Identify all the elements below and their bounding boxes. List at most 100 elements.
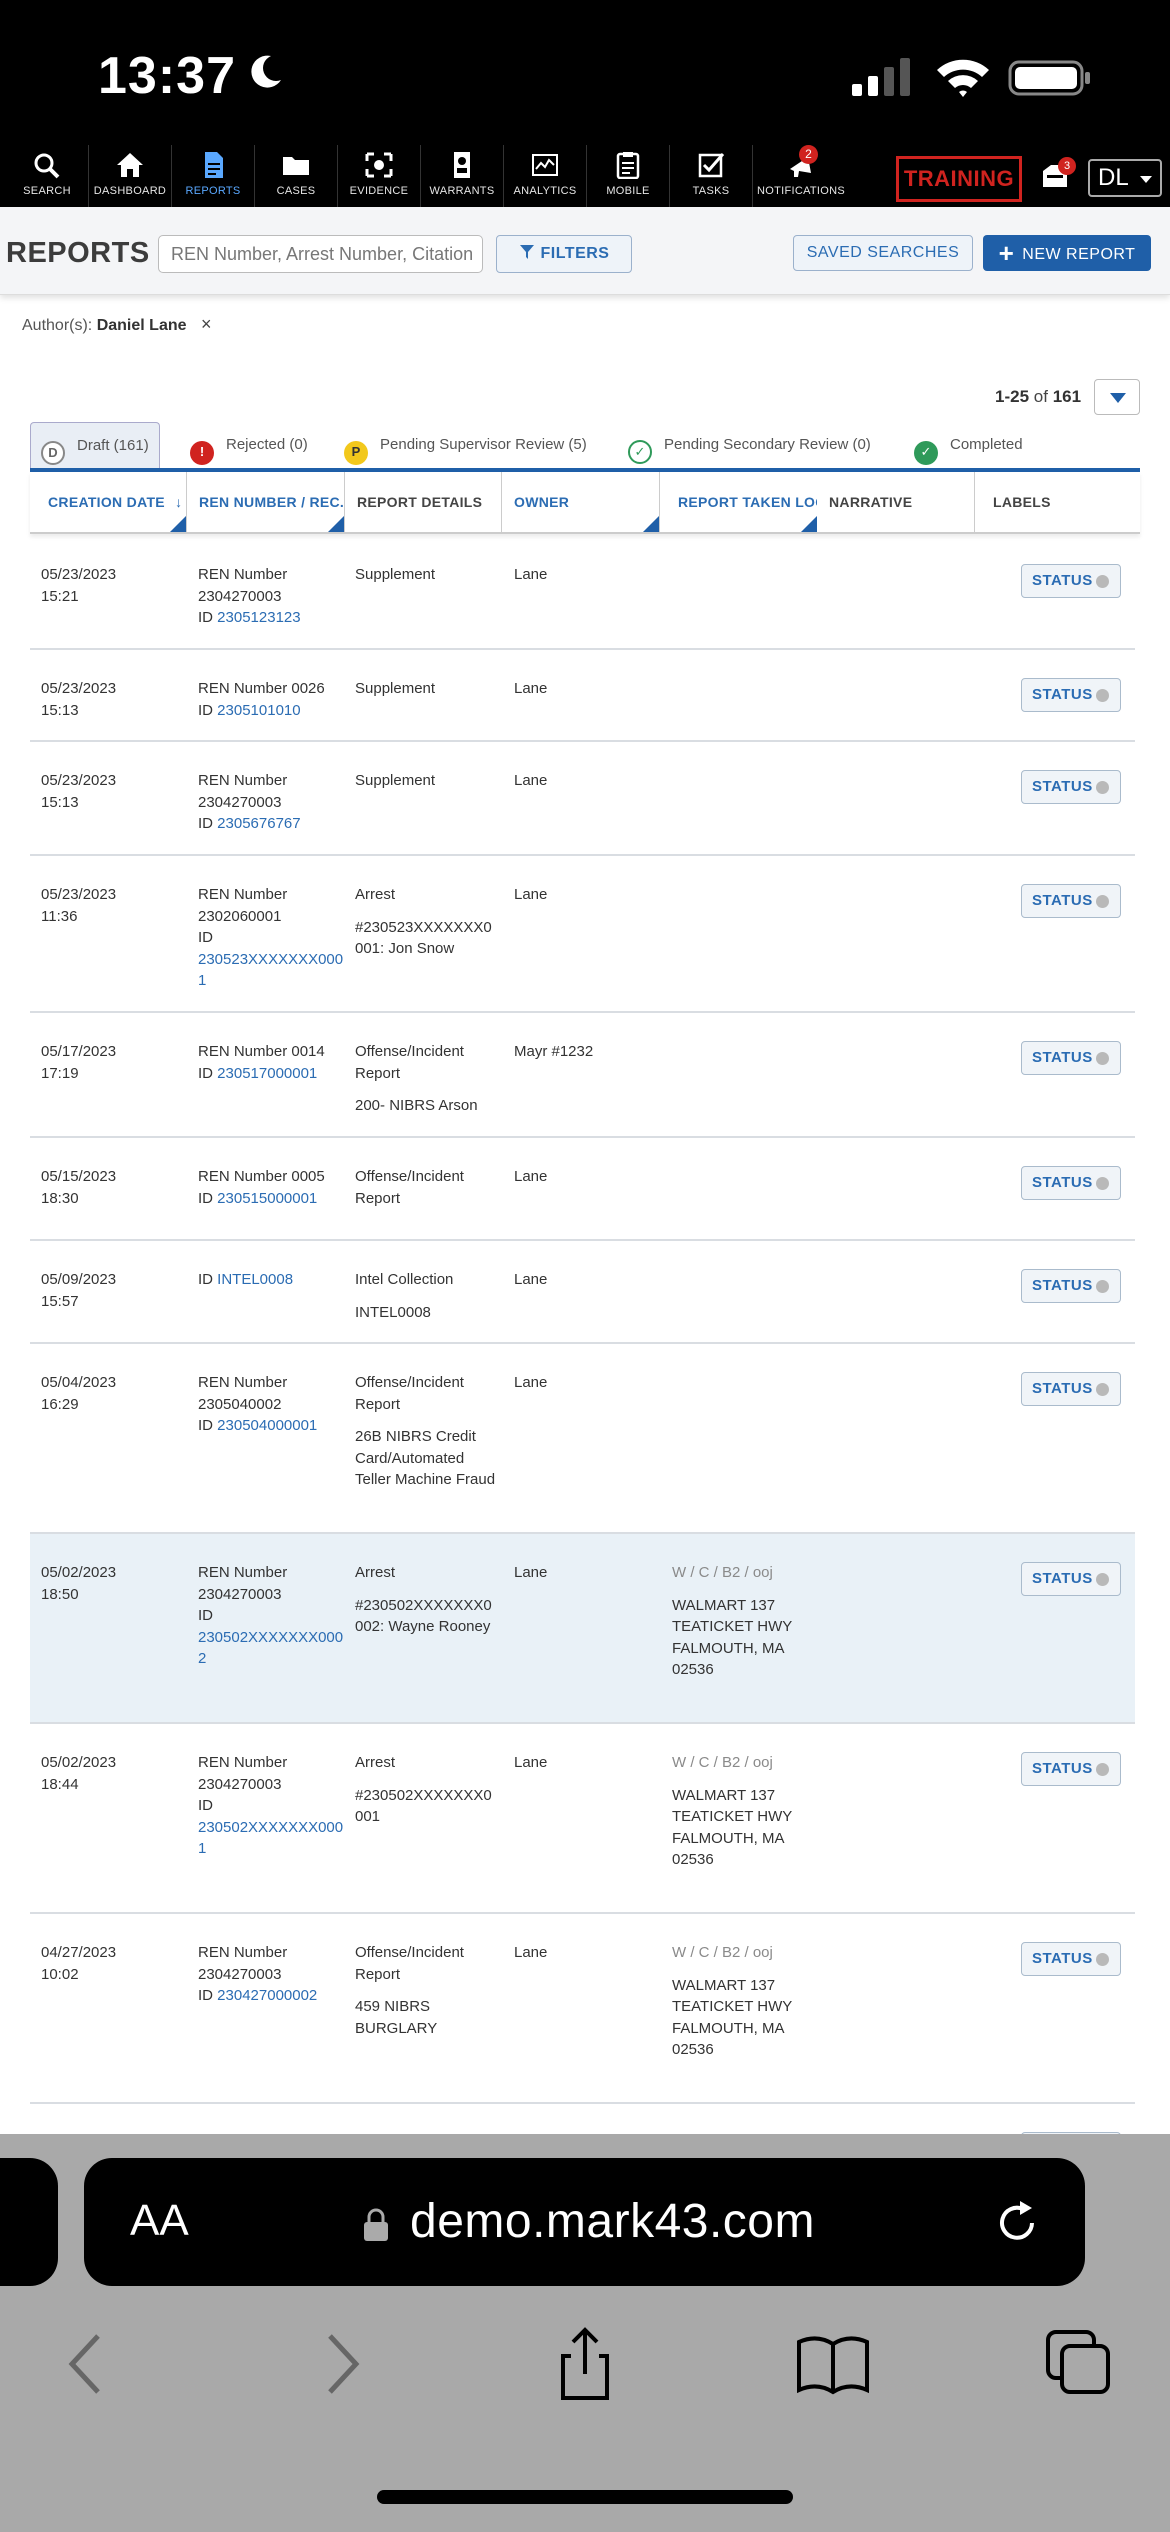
status-button[interactable]: STATUS — [1021, 1041, 1121, 1075]
status-dot-icon — [1096, 781, 1109, 794]
column-ren-number[interactable]: REN NUMBER / REC... — [187, 472, 345, 532]
search-input[interactable]: REN Number, Arrest Number, Citation — [158, 235, 483, 273]
report-id-link[interactable]: 230502XXXXXXX0001 — [198, 1819, 343, 1858]
report-id-line: ID 230427000002 — [198, 1985, 348, 2007]
creation-date-cell: 05/23/2023 15:13 — [41, 678, 181, 721]
creation-time: 17:19 — [41, 1064, 79, 1082]
sort-corner-icon — [801, 516, 817, 532]
report-id-line: ID 230517000001 — [198, 1063, 348, 1085]
tab-draft[interactable]: D Draft (161) — [30, 422, 160, 468]
report-id-link[interactable]: 2305676767 — [217, 815, 300, 832]
creation-date: 05/02/2023 — [41, 1564, 117, 1581]
url-text[interactable]: demo.mark43.com — [410, 2194, 815, 2249]
table-row[interactable]: 05/09/2023 15:57 ID INTEL0008 Intel Collect… — [30, 1241, 1135, 1344]
report-id-link[interactable]: INTEL0008 — [217, 1271, 293, 1288]
table-row[interactable]: 05/23/2023 15:13 REN Number 2304270003 ID 23… — [30, 742, 1135, 856]
report-id-link[interactable]: 2305101010 — [217, 702, 300, 719]
nav-search[interactable]: SEARCH — [6, 145, 89, 207]
creation-time: 11:36 — [41, 907, 78, 925]
column-creation-date[interactable]: CREATION DATE ↓ — [30, 472, 187, 532]
nav-notifications[interactable]: 2 NOTIFICATIONS — [753, 145, 849, 207]
status-button[interactable]: STATUS — [1021, 884, 1121, 918]
folder-icon — [283, 157, 309, 175]
owner-cell: Lane — [514, 886, 548, 903]
tab-rejected[interactable]: ! Rejected (0) — [190, 422, 308, 468]
nav-reports[interactable]: REPORTS — [172, 145, 255, 207]
filters-button[interactable]: FILTERS — [496, 235, 632, 273]
report-id-link[interactable]: 230515000001 — [217, 1190, 317, 1207]
report-details-cell: Arrest #230523XXXXXXX0 001: Jon Snow — [355, 884, 500, 960]
status-dot-icon — [1096, 689, 1109, 702]
status-button[interactable]: STATUS — [1021, 770, 1121, 804]
status-button[interactable]: STATUS — [1021, 1372, 1121, 1406]
report-details-cell: Supplement — [355, 770, 500, 792]
nav-mobile[interactable]: MOBILE — [587, 145, 670, 207]
tabs-icon[interactable] — [1040, 2324, 1120, 2404]
status-label: STATUS — [1032, 572, 1093, 589]
nav-cases[interactable]: CASES — [255, 145, 338, 207]
status-button[interactable]: STATUS — [1021, 678, 1121, 712]
report-id-link[interactable]: 230502XXXXXXX0002 — [198, 1629, 343, 1668]
back-icon[interactable] — [48, 2324, 128, 2404]
close-icon[interactable]: × — [201, 314, 212, 334]
report-id-line: ID 230504000001 — [198, 1415, 348, 1437]
table-row[interactable]: 05/23/2023 15:21 REN Number 2304270003 ID 23… — [30, 536, 1135, 650]
ren-number-line: 2304270003 — [198, 1775, 282, 1793]
report-detail-sub: #230523XXXXXXX0 001: Jon Snow — [355, 918, 492, 958]
table-row[interactable]: 05/02/2023 18:50 REN Number 2304270003 ID 230… — [30, 1534, 1135, 1724]
status-button[interactable]: STATUS — [1021, 1269, 1121, 1303]
table-row[interactable]: 05/04/2023 16:29 REN Number 2305040002 ID 23… — [30, 1344, 1135, 1534]
status-button[interactable]: STATUS — [1021, 564, 1121, 598]
report-id-link[interactable]: 2305123123 — [217, 609, 300, 626]
report-details-cell: Supplement — [355, 564, 500, 586]
status-button[interactable]: STATUS — [1021, 1562, 1121, 1596]
report-details-cell: Offense/Incident Report 459 NIBRS BURGLAR… — [355, 1942, 500, 2039]
column-owner[interactable]: OWNER — [502, 472, 660, 532]
report-details-cell: Offense/Incident Report 26B NIBRS Credit … — [355, 1372, 500, 1491]
tab-pending-secondary[interactable]: ✓ Pending Secondary Review (0) — [628, 422, 871, 468]
share-icon[interactable] — [545, 2324, 625, 2404]
saved-searches-button[interactable]: SAVED SEARCHES — [793, 235, 973, 271]
nav-evidence[interactable]: EVIDENCE — [338, 145, 421, 207]
previous-tab-preview[interactable] — [0, 2158, 58, 2286]
search-icon — [34, 153, 60, 179]
new-report-button[interactable]: + NEW REPORT — [983, 235, 1151, 271]
user-menu-button[interactable]: DL — [1088, 159, 1162, 197]
pagination-range: 1-25 — [995, 387, 1030, 406]
creation-date-cell: 05/15/2023 18:30 — [41, 1166, 181, 1209]
report-id-link[interactable]: 230427000002 — [217, 1987, 317, 2004]
nav-analytics[interactable]: ANALYTICS — [504, 145, 587, 207]
report-id-link[interactable]: 230523XXXXXXX0001 — [198, 951, 343, 990]
address-bar[interactable]: AA demo.mark43.com — [84, 2158, 1085, 2286]
report-id-link[interactable]: 230504000001 — [217, 1417, 317, 1434]
table-row[interactable]: 05/15/2023 18:30 REN Number 0005 ID 2305150… — [30, 1138, 1135, 1241]
tab-completed[interactable]: ✓ Completed — [914, 422, 1023, 468]
status-button[interactable]: STATUS — [1021, 1752, 1121, 1786]
report-id-link[interactable]: 230517000001 — [217, 1065, 317, 1082]
column-report-taken-location[interactable]: REPORT TAKEN LOC... — [660, 472, 817, 532]
forward-icon[interactable] — [300, 2324, 380, 2404]
status-button[interactable]: STATUS — [1021, 1942, 1121, 1976]
report-id-prefix: ID — [198, 815, 218, 832]
status-label: STATUS — [1032, 1760, 1093, 1777]
nav-dashboard[interactable]: DASHBOARD — [89, 145, 172, 207]
report-detail-sub: INTEL0008 — [355, 1303, 431, 1321]
table-row[interactable]: 05/02/2023 18:44 REN Number 2304270003 ID 230… — [30, 1724, 1135, 1914]
creation-date-cell: 05/02/2023 18:50 — [41, 1562, 181, 1605]
table-row[interactable]: 05/23/2023 11:36 REN Number 2302060001 ID 230… — [30, 856, 1135, 1013]
reload-icon[interactable] — [992, 2198, 1042, 2248]
nav-tasks[interactable]: TASKS — [670, 145, 753, 207]
text-size-button[interactable]: AA — [130, 2196, 189, 2246]
browser-toolbar: AA demo.mark43.com — [0, 2134, 1170, 2532]
nav-warrants[interactable]: WARRANTS — [421, 145, 504, 207]
report-type: Offense/Incident Report — [355, 1043, 464, 1082]
table-row[interactable]: 04/27/2023REN NumberSupplementLaneSTATUS — [30, 2104, 1135, 2134]
pagination-dropdown[interactable] — [1094, 379, 1140, 415]
table-row[interactable]: 05/23/2023 15:13 REN Number 0026 ID 2305101… — [30, 650, 1135, 742]
status-button[interactable]: STATUS — [1021, 1166, 1121, 1200]
table-row[interactable]: 04/27/2023 10:02 REN Number 2304270003 ID 23… — [30, 1914, 1135, 2104]
bookmarks-icon[interactable] — [793, 2324, 873, 2404]
tab-pending-supervisor[interactable]: P Pending Supervisor Review (5) — [344, 422, 587, 468]
creation-date: 05/23/2023 — [41, 566, 117, 583]
table-row[interactable]: 05/17/2023 17:19 REN Number 0014 ID 2305170… — [30, 1013, 1135, 1138]
